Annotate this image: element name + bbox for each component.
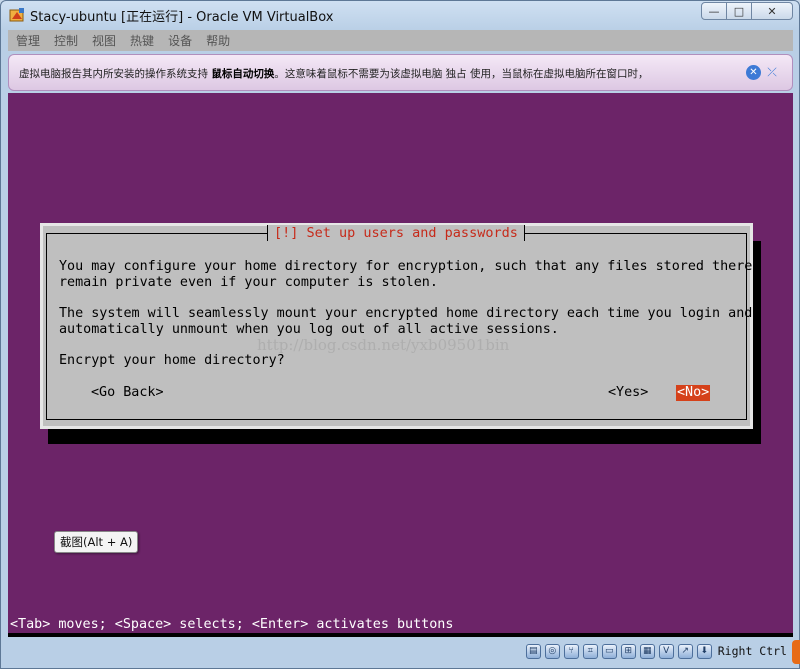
go-back-button[interactable]: <Go Back> [90, 385, 165, 401]
mouse-integration-icon[interactable]: ⤫ [764, 65, 780, 80]
display-icon[interactable]: ▭ [601, 643, 617, 659]
tray-edge-icon [792, 640, 800, 664]
menu-devices[interactable]: 设备 [168, 32, 192, 49]
virtualbox-app-icon [9, 8, 24, 22]
close-notice-icon[interactable]: ✕ [746, 65, 761, 80]
dialog-frame: [!] Set up users and passwords You may c… [46, 225, 752, 420]
window-controls: — □ ✕ [701, 2, 793, 22]
encryption-dialog: [!] Set up users and passwords You may c… [40, 223, 753, 429]
console-bottom-bar [8, 633, 793, 637]
screenshot-tooltip[interactable]: 截图(Alt + A) [54, 531, 139, 553]
paragraph-line: The system will seamlessly mount your en… [59, 306, 753, 321]
yes-button[interactable]: <Yes> [607, 385, 649, 401]
menu-view[interactable]: 视图 [92, 32, 116, 49]
notice-actions: ✕ ⤫ [746, 65, 780, 80]
encrypt-question: Encrypt your home directory? [59, 353, 285, 368]
window-title: Stacy-ubuntu [正在运行] - Oracle VM VirtualB… [30, 10, 334, 25]
no-button[interactable]: <No> [676, 385, 711, 401]
keyboard-capture-icon[interactable]: ⬇ [696, 643, 712, 659]
notice-text: 虚拟电脑报告其内所安装的操作系统支持 鼠标自动切换。这意味着鼠标不需要为该虚拟电… [19, 68, 649, 80]
recording-icon[interactable]: ▦ [639, 643, 655, 659]
menu-hotkeys[interactable]: 热键 [130, 32, 154, 49]
keyboard-help-line: <Tab> moves; <Space> selects; <Enter> ac… [10, 617, 454, 632]
menu-control[interactable]: 控制 [54, 32, 78, 49]
dialog-title: [!] Set up users and passwords [267, 225, 525, 241]
hard-disk-icon[interactable]: ▤ [525, 643, 541, 659]
menu-manage[interactable]: 管理 [16, 32, 40, 49]
status-bar: ▤ ◎ ⑂ ⌗ ▭ ⊞ ▦ V ↗ ⬇ Right Ctrl [8, 639, 793, 663]
restore-button[interactable]: □ [726, 2, 752, 20]
shared-folder-icon[interactable]: ⌗ [582, 643, 598, 659]
cpu-virtualization-icon[interactable]: V [658, 643, 674, 659]
menu-bar: 管理 控制 视图 热键 设备 帮助 [8, 30, 793, 51]
guest-console[interactable]: [!] Set up users and passwords You may c… [8, 93, 793, 637]
paragraph-line: You may configure your home directory fo… [59, 259, 753, 274]
menu-help[interactable]: 帮助 [206, 32, 230, 49]
optical-disk-icon[interactable]: ◎ [544, 643, 560, 659]
virtualbox-window: Stacy-ubuntu [正在运行] - Oracle VM VirtualB… [0, 0, 800, 669]
minimize-button[interactable]: — [701, 2, 727, 20]
title-bar[interactable]: Stacy-ubuntu [正在运行] - Oracle VM VirtualB… [1, 1, 799, 29]
mouse-integration-status-icon[interactable]: ↗ [677, 643, 693, 659]
mouse-integration-notice: 虚拟电脑报告其内所安装的操作系统支持 鼠标自动切换。这意味着鼠标不需要为该虚拟电… [8, 54, 793, 91]
watermark: http://blog.csdn.net/yxb09501bin [257, 336, 510, 354]
close-button[interactable]: ✕ [751, 2, 793, 20]
paragraph-line: remain private even if your computer is … [59, 275, 438, 290]
network-icon[interactable]: ⊞ [620, 643, 636, 659]
host-key-label: Right Ctrl [717, 644, 787, 658]
usb-icon[interactable]: ⑂ [563, 643, 579, 659]
